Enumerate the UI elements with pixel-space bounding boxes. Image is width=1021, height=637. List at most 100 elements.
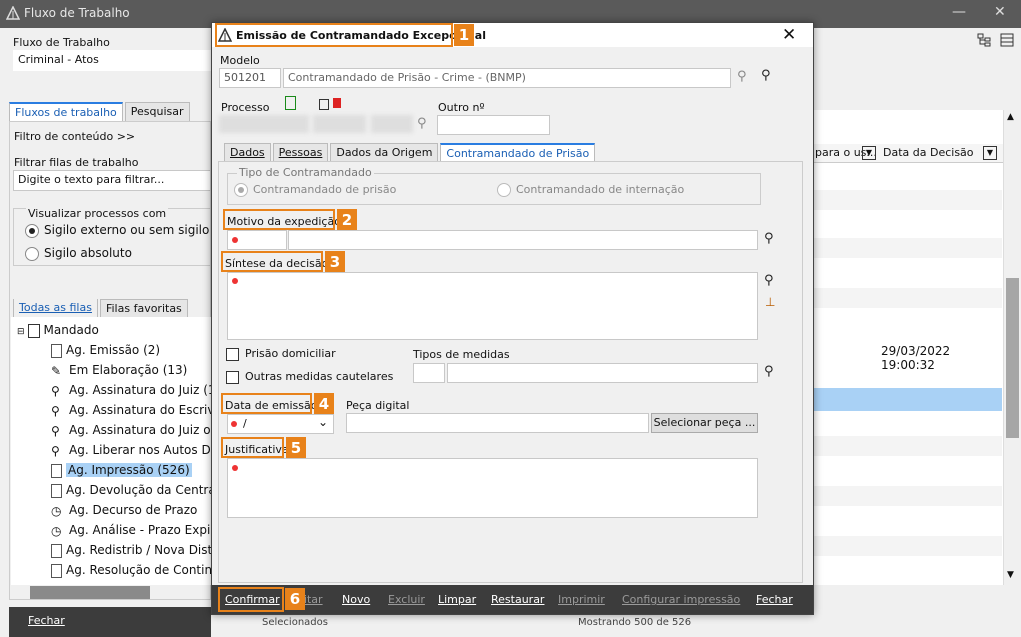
modelo-code-field[interactable]: 501201 [219,68,281,88]
horizontal-scrollbar[interactable] [30,586,150,599]
radio-contramandado-prisao[interactable]: Contramandado de prisão [234,183,396,197]
note-icon[interactable] [319,99,329,110]
limpar-button[interactable]: Limpar [438,593,476,606]
search-icon[interactable]: ⚲ [764,273,774,288]
main-close-button[interactable]: Fechar [28,614,65,627]
scroll-down-icon[interactable]: ▼ [1007,570,1014,580]
radio-sigilo-absoluto[interactable]: Sigilo absoluto [25,246,132,261]
tree-item[interactable]: ✎ Em Elaboração (13) [51,363,187,378]
highlight-4 [221,393,312,414]
vertical-scrollbar[interactable]: ▲ ▼ [1003,110,1021,585]
tab-dados-origem[interactable]: Dados da Origem [330,143,439,162]
scroll-up-icon[interactable]: ▲ [1007,112,1014,122]
highlight-2 [223,209,335,230]
dropdown-icon[interactable]: ▼ [862,146,876,160]
table-row[interactable] [813,536,1002,556]
highlight-6 [218,587,284,612]
tree-item[interactable]: Ag. Redistrib / Nova Distrib [51,543,228,558]
search-icon[interactable]: ⚲ [764,364,774,379]
table-row[interactable] [813,486,1002,506]
badge-4: 4 [314,393,334,415]
close-icon[interactable]: ✕ [994,4,1006,20]
data-emissao-field[interactable]: / ⌄ [227,414,334,434]
tab-fluxos[interactable]: Fluxos de trabalho [9,102,123,121]
configurar-impressao-button[interactable]: Configurar impressão [622,593,740,606]
tree-item[interactable]: ⚲ Ag. Assinatura do Escrivão [51,403,229,418]
selecionar-peca-button[interactable]: Selecionar peça ... [651,413,758,433]
tree-item-selected[interactable]: Ag. Impressão (526) [51,463,192,478]
dialog-close-icon[interactable]: ✕ [782,25,796,45]
badge-5: 5 [286,437,306,459]
list-view-icon[interactable] [1000,33,1014,47]
search-icon[interactable]: ⚲ [417,116,427,131]
tipos-medidas-desc[interactable] [447,363,758,383]
radio-selected-icon [25,223,39,238]
radio-unselected-icon [497,183,511,197]
tab-pessoas[interactable]: Pessoas [272,143,329,162]
tree-view-icon[interactable] [977,33,991,47]
search-icon[interactable]: ⚲ [764,231,774,246]
table-row[interactable]: 29/03/2022 19:00:32 [813,340,1002,372]
processo-field-3[interactable] [371,115,413,133]
tab-filas-favoritas[interactable]: Filas favoritas [99,299,188,317]
dialog-contramandado: Emissão de Contramandado Excepcional ✕ 1… [211,22,814,615]
prisao-domiciliar-checkbox[interactable]: Prisão domiciliar [226,347,336,361]
restaurar-button[interactable]: Restaurar [491,593,544,606]
outro-label: Outro nº [438,101,485,114]
grid-header-date[interactable]: Data da Decisão [883,146,974,159]
flag-icon[interactable] [333,98,341,108]
tab-todas-filas[interactable]: Todas as filas [13,299,98,317]
scrollbar-thumb[interactable] [1006,278,1019,438]
pencil-icon: ✎ [51,363,62,378]
tab-contramandado-prisao[interactable]: Contramandado de Prisão [440,143,596,162]
tree-item[interactable]: ⚲ Ag. Assinatura do Juiz ou E [51,423,230,438]
tipos-medidas-code[interactable] [413,363,445,383]
processo-field-2[interactable] [313,115,366,133]
filter-input[interactable]: Digite o texto para filtrar... [13,170,211,191]
table-row[interactable] [813,288,1002,308]
required-dot [232,278,238,284]
tab-dados[interactable]: Dados [224,143,271,162]
queue-tree: ⊟ Mandado Ag. Emissão (2) ✎ Em Elaboração … [11,317,230,585]
fechar-button[interactable]: Fechar [756,593,793,606]
imprimir-button[interactable]: Imprimir [558,593,605,606]
radio-contramandado-internacao[interactable]: Contramandado de internação [497,183,684,197]
search-model-icon[interactable]: ⚲ [761,68,771,83]
table-row[interactable] [813,190,1002,210]
justificativa-textarea[interactable] [227,458,758,518]
peca-field[interactable] [346,413,649,433]
excluir-button[interactable]: Excluir [388,593,425,606]
tree-item[interactable]: ◷ Ag. Análise - Prazo Expirad [51,523,230,538]
tree-item[interactable]: Ag. Resolução de Conting [51,563,220,578]
tree-item[interactable]: ⚲ Ag. Assinatura do Juiz (12) [51,383,228,398]
filtrar-filas-label: Filtrar filas de trabalho [14,156,139,169]
view-group-label: Visualizar processos com [26,207,169,220]
outras-medidas-checkbox[interactable]: Outras medidas cautelares [226,370,393,384]
tree-item[interactable]: Ag. Emissão (2) [51,343,160,358]
table-row[interactable] [813,436,1002,456]
minimize-icon[interactable]: — [952,4,966,20]
tree-item[interactable]: ◷ Ag. Decurso de Prazo [51,503,197,518]
processo-field-1[interactable] [219,115,309,133]
tab-pesquisar[interactable]: Pesquisar [124,102,190,121]
radio-sigilo-externo[interactable]: Sigilo externo ou sem sigilo [25,223,209,238]
outro-field[interactable] [437,115,550,135]
sintese-textarea[interactable] [227,272,758,340]
table-row-selected[interactable] [813,388,1002,411]
tree-root[interactable]: ⊟ Mandado [17,323,99,338]
filtro-conteudo-link[interactable]: Filtro de conteúdo >> [14,130,135,143]
search-icon[interactable]: ⚲ [737,69,747,84]
highlight-1 [215,23,453,47]
stamp-icon[interactable]: ⊥ [765,295,775,309]
tree-item[interactable]: Ag. Devolução da Central [51,483,219,498]
selected-count-label: Selecionados [262,617,328,628]
modelo-desc-field[interactable]: Contramandado de Prisão - Crime - (BNMP) [283,68,731,88]
new-document-icon[interactable] [285,96,296,110]
dropdown-icon[interactable]: ▼ [983,146,997,160]
motivo-desc-field[interactable] [288,230,758,250]
table-row[interactable] [813,238,1002,258]
tree-item[interactable]: ⚲ Ag. Liberar nos Autos Digi [51,443,225,458]
novo-button[interactable]: Novo [342,593,370,606]
fluxo-select[interactable]: Criminal - Atos [13,50,211,71]
chevron-down-icon[interactable]: ⌄ [318,415,328,429]
